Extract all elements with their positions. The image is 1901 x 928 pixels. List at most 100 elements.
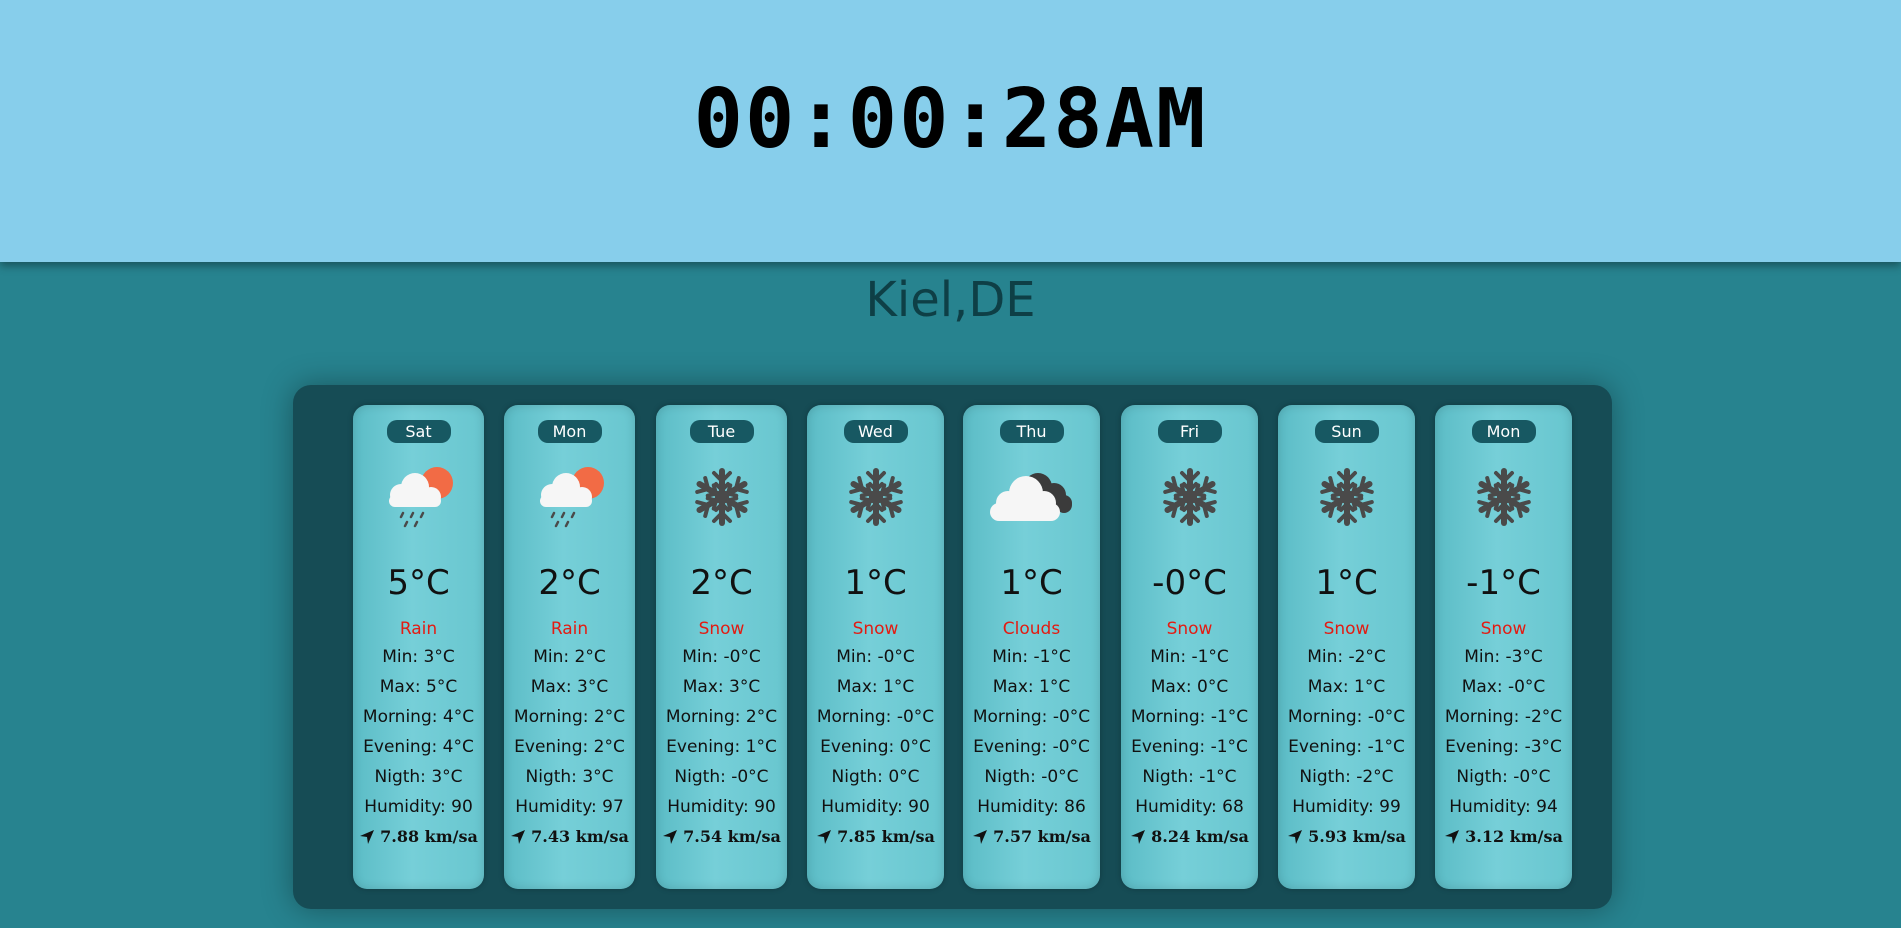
navigation-arrow-icon (511, 830, 526, 844)
clock-header: 00:00:28AM (0, 0, 1901, 262)
navigation-arrow-icon (817, 830, 832, 844)
humidity: Humidity: 99 (1292, 797, 1401, 817)
humidity: Humidity: 97 (515, 797, 624, 817)
forecast-card-3: Wed 1°C Snow Min: -0°C Max: 1°C Morning: -0°C… (807, 405, 944, 889)
max-temp: Max: -0°C (1461, 677, 1546, 697)
evening-temp: Evening: -1°C (1131, 737, 1248, 757)
rain-sun-icon (353, 453, 484, 541)
morning-temp: Morning: 2°C (513, 707, 626, 727)
humidity: Humidity: 86 (977, 797, 1086, 817)
wind-speed: 7.54 km/sa (656, 822, 787, 852)
clouds-icon (963, 453, 1100, 541)
wind-speed: 7.88 km/sa (353, 822, 484, 852)
snowflake-icon (656, 453, 787, 541)
condition: Rain (399, 619, 438, 639)
morning-temp: Morning: 4°C (362, 707, 475, 727)
min-temp: Min: -0°C (836, 647, 915, 667)
night-temp: Nigth: 0°C (831, 767, 920, 787)
wind-speed: 7.43 km/sa (504, 822, 635, 852)
wind-speed: 5.93 km/sa (1278, 822, 1415, 852)
navigation-arrow-icon (1445, 830, 1460, 844)
night-temp: Nigth: -0°C (674, 767, 769, 787)
min-temp: Min: -2°C (1307, 647, 1386, 667)
max-temp: Max: 0°C (1150, 677, 1229, 697)
forecast-card-6: Sun 1°C Snow Min: -2°C Max: 1°C Morning: -0°C… (1278, 405, 1415, 889)
temperature: -0°C (1152, 563, 1227, 603)
forecast-card-1: Mon 2°C Rain Min: 2°C Max: 3°C Morning: 2°C Ev… (504, 405, 635, 889)
day-label: Thu (999, 420, 1064, 443)
snowflake-icon (1121, 453, 1258, 541)
day-label: Fri (1157, 420, 1222, 443)
day-label: Mon (537, 420, 602, 443)
day-label: Wed (843, 420, 908, 443)
forecast-card-4: Thu 1°C Clouds Min: -1°C Max: 1°C Morning: -0… (963, 405, 1100, 889)
condition: Snow (1166, 619, 1213, 639)
temperature: 1°C (1315, 563, 1378, 603)
city-title: Kiel,DE (865, 272, 1036, 328)
navigation-arrow-icon (1288, 830, 1303, 844)
snowflake-icon (1278, 453, 1415, 541)
temperature: 2°C (538, 563, 601, 603)
max-temp: Max: 3°C (530, 677, 609, 697)
min-temp: Min: -0°C (682, 647, 761, 667)
min-temp: Min: -3°C (1464, 647, 1543, 667)
night-temp: Nigth: -1°C (1142, 767, 1237, 787)
humidity: Humidity: 68 (1135, 797, 1244, 817)
condition: Snow (1480, 619, 1527, 639)
navigation-arrow-icon (1131, 830, 1146, 844)
snowflake-icon (1435, 453, 1572, 541)
morning-temp: Morning: 2°C (665, 707, 778, 727)
clock-display: 00:00:28AM (693, 71, 1208, 167)
temperature: -1°C (1466, 563, 1541, 603)
morning-temp: Morning: -2°C (1444, 707, 1563, 727)
humidity: Humidity: 94 (1449, 797, 1558, 817)
temperature: 1°C (1000, 563, 1063, 603)
rain-sun-icon (504, 453, 635, 541)
snowflake-icon (807, 453, 944, 541)
morning-temp: Morning: -0°C (972, 707, 1091, 727)
max-temp: Max: 1°C (836, 677, 915, 697)
max-temp: Max: 5°C (379, 677, 458, 697)
min-temp: Min: -1°C (992, 647, 1071, 667)
humidity: Humidity: 90 (821, 797, 930, 817)
condition: Rain (550, 619, 589, 639)
forecast-panel: Sat 5°C Rain Min: 3°C Max: 5°C Morning: 4°C Ev… (293, 385, 1612, 909)
night-temp: Nigth: -2°C (1299, 767, 1394, 787)
humidity: Humidity: 90 (364, 797, 473, 817)
max-temp: Max: 3°C (682, 677, 761, 697)
evening-temp: Evening: -1°C (1288, 737, 1405, 757)
condition: Snow (698, 619, 745, 639)
evening-temp: Evening: 2°C (514, 737, 625, 757)
max-temp: Max: 1°C (1307, 677, 1386, 697)
condition: Clouds (1002, 619, 1061, 639)
navigation-arrow-icon (360, 830, 375, 844)
evening-temp: Evening: 4°C (363, 737, 474, 757)
morning-temp: Morning: -0°C (816, 707, 935, 727)
day-label: Sun (1314, 420, 1379, 443)
forecast-card-0: Sat 5°C Rain Min: 3°C Max: 5°C Morning: 4°C Ev… (353, 405, 484, 889)
morning-temp: Morning: -1°C (1130, 707, 1249, 727)
wind-speed: 7.57 km/sa (963, 822, 1100, 852)
day-label: Sat (386, 420, 451, 443)
min-temp: Min: 2°C (533, 647, 606, 667)
evening-temp: Evening: 0°C (820, 737, 931, 757)
wind-speed: 3.12 km/sa (1435, 822, 1572, 852)
max-temp: Max: 1°C (992, 677, 1071, 697)
wind-speed: 7.85 km/sa (807, 822, 944, 852)
min-temp: Min: 3°C (382, 647, 455, 667)
evening-temp: Evening: -3°C (1445, 737, 1562, 757)
evening-temp: Evening: -0°C (973, 737, 1090, 757)
temperature: 1°C (844, 563, 907, 603)
night-temp: Nigth: 3°C (525, 767, 614, 787)
day-label: Tue (689, 420, 754, 443)
forecast-card-2: Tue 2°C Snow Min: -0°C Max: 3°C Morning: 2°C E… (656, 405, 787, 889)
forecast-card-7: Mon -1°C Snow Min: -3°C Max: -0°C Morning: -2… (1435, 405, 1572, 889)
humidity: Humidity: 90 (667, 797, 776, 817)
night-temp: Nigth: -0°C (1456, 767, 1551, 787)
forecast-card-5: Fri -0°C Snow Min: -1°C Max: 0°C Morning: -1°… (1121, 405, 1258, 889)
navigation-arrow-icon (663, 830, 678, 844)
temperature: 2°C (690, 563, 753, 603)
navigation-arrow-icon (973, 830, 988, 844)
night-temp: Nigth: 3°C (374, 767, 463, 787)
condition: Snow (1323, 619, 1370, 639)
